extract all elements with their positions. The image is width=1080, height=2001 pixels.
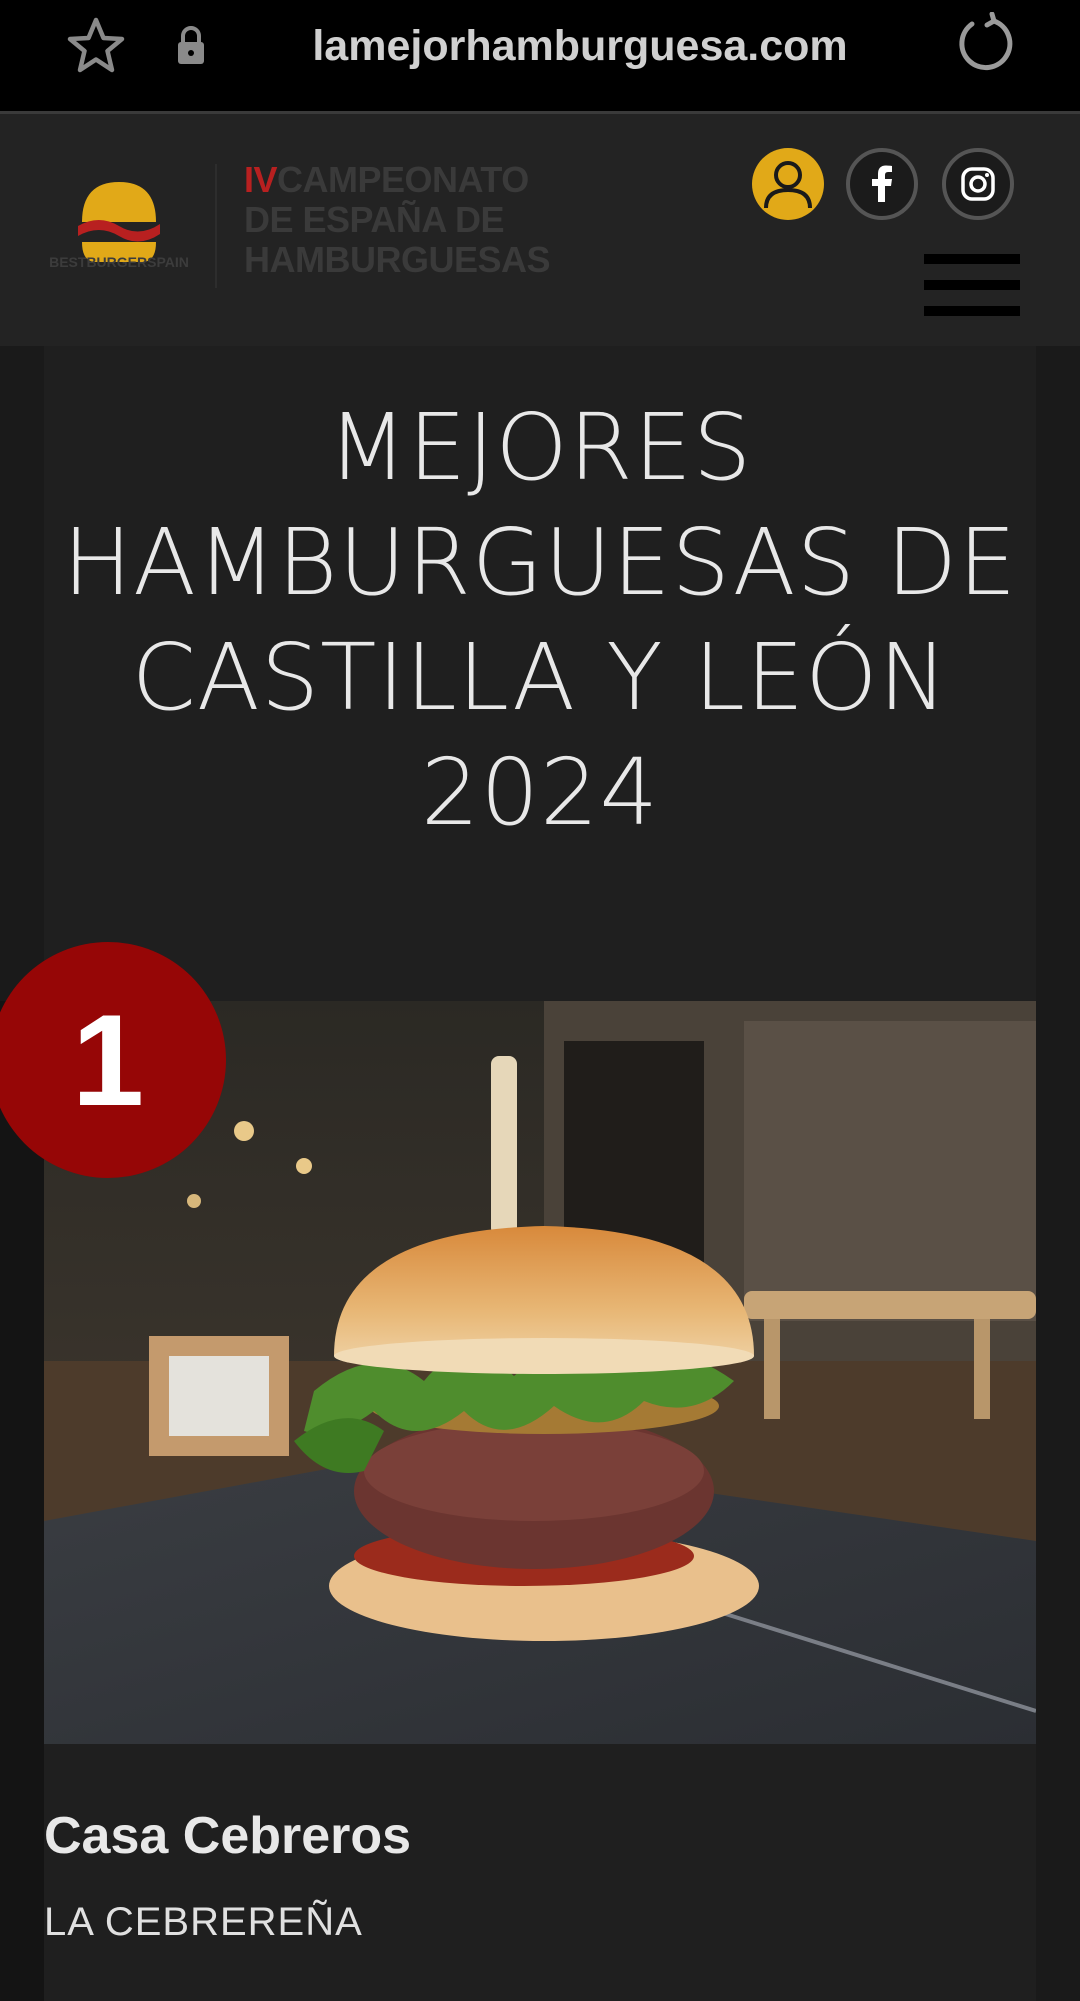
- burger-name: LA CEBREREÑA: [44, 1900, 363, 1944]
- championship-line1: CAMPEONATO: [277, 159, 529, 200]
- facebook-button[interactable]: [846, 148, 918, 220]
- star-icon[interactable]: [64, 14, 128, 78]
- championship-line3: HAMBURGUESAS: [244, 239, 551, 280]
- menu-icon[interactable]: [924, 254, 1020, 318]
- site-header: BESTBURGERSPAIN IVCAMPEONATO DE ESPAÑA D…: [0, 114, 1080, 346]
- facebook-icon: [872, 165, 892, 202]
- logo-caption: BESTBURGERSPAIN: [49, 254, 189, 270]
- championship-logo-text[interactable]: IVCAMPEONATO DE ESPAÑA DE HAMBURGUESAS: [244, 159, 551, 280]
- instagram-icon: [961, 167, 995, 201]
- rank-badge: 1: [0, 942, 226, 1178]
- lock-icon: [178, 26, 204, 64]
- restaurant-name[interactable]: Casa Cebreros: [44, 1800, 944, 1872]
- reload-icon[interactable]: [954, 12, 1018, 76]
- championship-roman: IV: [244, 159, 278, 200]
- user-account-button[interactable]: [752, 148, 824, 220]
- logo-divider: [215, 164, 217, 288]
- championship-line2: DE ESPAÑA DE: [244, 199, 505, 240]
- page-title: MEJORES HAMBURGUESAS DE CASTILLA Y LEÓN …: [62, 394, 1018, 846]
- instagram-button[interactable]: [942, 148, 1014, 220]
- browser-toolbar: lamejorhamburguesa.com: [0, 0, 1080, 114]
- address-bar-url[interactable]: lamejorhamburguesa.com: [240, 14, 920, 78]
- user-icon: [764, 161, 812, 209]
